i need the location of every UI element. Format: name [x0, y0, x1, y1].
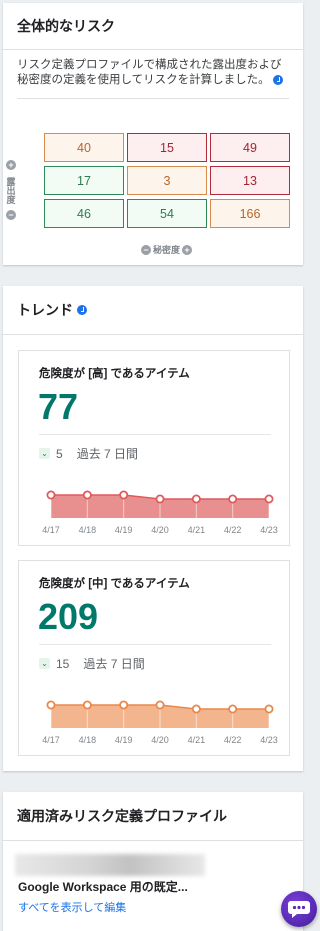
trend-point[interactable] — [82, 490, 92, 500]
trend-date-label: 4/18 — [79, 735, 97, 745]
redacted-text — [15, 854, 205, 876]
risk-matrix-cell[interactable]: 17 — [44, 166, 124, 195]
trend-divider — [3, 334, 303, 335]
sensitivity-axis: − 秘密度 + — [141, 243, 193, 256]
applied-profile-title: 適用済みリスク定義プロファイル — [3, 792, 303, 840]
risk-matrix-cell[interactable]: 40 — [44, 133, 124, 162]
trend-date-label: 4/17 — [42, 525, 60, 535]
trend-date-label: 4/22 — [224, 735, 242, 745]
risk-matrix-cell[interactable]: 54 — [127, 199, 207, 228]
trend-date-label: 4/23 — [260, 735, 278, 745]
description-divider — [17, 98, 289, 99]
overall-risk-title: 全体的なリスク — [3, 3, 303, 49]
overall-risk-title-text: 全体的なリスク — [17, 18, 115, 34]
risk-matrix-cell[interactable]: 46 — [44, 199, 124, 228]
trend-point[interactable] — [228, 494, 238, 504]
plus-icon: + — [182, 244, 193, 255]
trend-point[interactable] — [119, 700, 129, 710]
trend-title: トレンド — [3, 286, 303, 334]
trend-date-label: 4/20 — [151, 525, 169, 535]
trend-sparkline: 4/17 4/18 4/19 4/20 4/21 4/22 4/23 — [42, 700, 278, 745]
trend-date-label: 4/18 — [79, 525, 97, 535]
risk-matrix-cell[interactable]: 13 — [210, 166, 290, 195]
plus-icon: + — [6, 160, 16, 170]
trend-date-label: 4/19 — [115, 735, 133, 745]
trend-title-text: トレンド — [17, 302, 73, 318]
applied-profile-divider — [3, 840, 303, 841]
trend-point[interactable] — [264, 704, 274, 714]
trend-date-label: 4/23 — [260, 525, 278, 535]
trend-date-label: 4/20 — [151, 735, 169, 745]
trend-card: トレンド 危険度が [高] であるアイテム 77 ⌄ 5 過去 7 日間 4/17 4/18… — [3, 286, 303, 771]
minus-icon: − — [141, 244, 151, 255]
overall-risk-card: 全体的なリスク リスク定義プロファイルで構成された露出度および秘密度の定義を使用… — [3, 3, 303, 265]
trend-point[interactable] — [155, 700, 165, 710]
trend-point[interactable] — [228, 704, 238, 714]
minus-icon: − — [6, 210, 16, 220]
risk-matrix-cell[interactable]: 49 — [210, 133, 290, 162]
trend-point[interactable] — [46, 700, 56, 710]
trend-date-label: 4/17 — [42, 735, 60, 745]
trend-point[interactable] — [191, 704, 201, 714]
sensitivity-axis-label: 秘密度 — [153, 245, 181, 255]
overall-risk-description-text: リスク定義プロファイルで構成された露出度および秘密度の定義を使用してリスクを計算… — [17, 59, 282, 86]
overall-risk-description: リスク定義プロファイルで構成された露出度および秘密度の定義を使用してリスクを計算… — [3, 50, 303, 88]
trend-point[interactable] — [155, 494, 165, 504]
profile-name: Google Workspace 用の既定... — [18, 880, 188, 894]
trend-date-label: 4/21 — [188, 525, 206, 535]
trend-date-label: 4/22 — [224, 525, 242, 535]
view-all-link[interactable]: すべてを表示して編集 — [18, 899, 126, 915]
trend-item-card[interactable]: 危険度が [高] であるアイテム 77 ⌄ 5 過去 7 日間 4/17 4/18 4/19 4… — [18, 350, 290, 546]
chat-button[interactable] — [281, 891, 317, 927]
risk-matrix-cell[interactable]: 166 — [210, 199, 290, 228]
risk-matrix-cell[interactable]: 3 — [127, 166, 207, 195]
trend-point[interactable] — [264, 494, 274, 504]
applied-profile-title-text: 適用済みリスク定義プロファイル — [17, 808, 227, 824]
trend-point[interactable] — [119, 490, 129, 500]
trend-date-label: 4/19 — [115, 525, 133, 535]
info-icon[interactable] — [272, 74, 283, 85]
trend-point[interactable] — [191, 494, 201, 504]
trend-point[interactable] — [46, 490, 56, 500]
exposure-axis-label: 露出度 — [5, 176, 16, 204]
trend-item-card[interactable]: 危険度が [中] であるアイテム 209 ⌄ 15 過去 7 日間 4/17 4/18 4/1… — [18, 560, 290, 756]
info-icon[interactable] — [77, 305, 87, 315]
exposure-axis: + 露出度 − — [4, 160, 18, 220]
trend-date-label: 4/21 — [188, 735, 206, 745]
risk-matrix-cell[interactable]: 15 — [127, 133, 207, 162]
trend-sparkline: 4/17 4/18 4/19 4/20 4/21 4/22 4/23 — [42, 490, 278, 535]
trend-point[interactable] — [82, 700, 92, 710]
chat-icon — [288, 901, 310, 918]
